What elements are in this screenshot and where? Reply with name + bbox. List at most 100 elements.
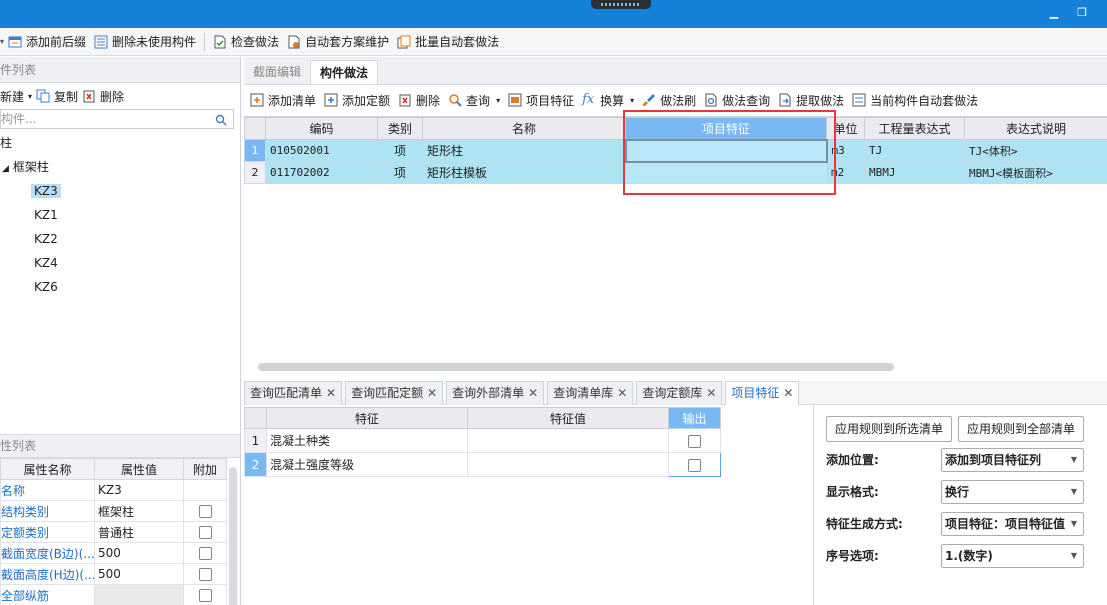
method-brush-button[interactable]: 做法刷 xyxy=(638,89,700,111)
query-dropdown-icon[interactable]: ▾ xyxy=(496,96,500,105)
extra-checkbox[interactable] xyxy=(198,568,212,581)
code-cell[interactable]: 010502001 xyxy=(265,139,378,162)
expression-cell[interactable]: TJ xyxy=(864,139,965,162)
name-cell[interactable]: 矩形柱模板 xyxy=(422,161,626,184)
gen-mode-select[interactable]: 项目特征：项目特征值 ▼ xyxy=(941,512,1084,536)
new-dropdown-icon[interactable]: ▾ xyxy=(28,92,32,101)
expression-column[interactable]: 工程量表达式 xyxy=(864,117,965,140)
row-number[interactable]: 2 xyxy=(244,161,266,184)
minimize-icon[interactable]: ▁ xyxy=(1047,6,1061,20)
property-value[interactable]: KZ3 xyxy=(94,479,184,501)
close-icon[interactable]: ✕ xyxy=(326,386,336,400)
property-value[interactable] xyxy=(94,584,184,605)
project-feature-button[interactable]: 项目特征 xyxy=(504,89,578,111)
query-button[interactable]: 查询 ▾ xyxy=(444,89,504,111)
output-column[interactable]: 输出 xyxy=(668,407,721,429)
property-value[interactable]: 500 xyxy=(94,542,184,564)
close-icon[interactable]: ✕ xyxy=(706,386,716,400)
delete-unused-button[interactable]: 删除未使用构件 xyxy=(90,31,200,53)
convert-dropdown-icon[interactable]: ▾ xyxy=(630,96,634,105)
tab-external-list[interactable]: 查询外部清单 ✕ xyxy=(446,381,545,405)
row-number[interactable]: 2 xyxy=(244,452,267,477)
extract-method-button[interactable]: 提取做法 xyxy=(774,89,848,111)
feature-value-cell[interactable] xyxy=(467,428,669,453)
tab-quota-library[interactable]: 查询定额库 ✕ xyxy=(636,381,723,405)
extra-checkbox[interactable] xyxy=(198,505,212,518)
feature-name-cell[interactable]: 混凝土强度等级 xyxy=(266,452,468,477)
tab-list-library[interactable]: 查询清单库 ✕ xyxy=(547,381,634,405)
expression-desc-cell[interactable]: MBMJ<模板面积> xyxy=(964,161,1107,184)
extra-checkbox[interactable] xyxy=(198,547,212,560)
property-scrollbar[interactable] xyxy=(229,467,237,605)
convert-button[interactable]: fx 换算 ▾ xyxy=(578,89,638,111)
row-number[interactable]: 1 xyxy=(244,139,266,162)
new-button[interactable]: 新建 ▾ xyxy=(0,85,36,107)
method-query-button[interactable]: 做法查询 xyxy=(700,89,774,111)
type-cell[interactable]: 项 xyxy=(377,161,423,184)
output-checkbox[interactable] xyxy=(688,434,701,448)
type-cell[interactable]: 项 xyxy=(377,139,423,162)
property-value[interactable]: 普通柱 xyxy=(94,521,184,543)
table-row[interactable]: 1 混凝土种类 xyxy=(244,428,721,453)
feature-value-cell[interactable] xyxy=(467,452,669,477)
extra-checkbox[interactable] xyxy=(198,526,212,539)
search-icon[interactable] xyxy=(215,110,227,128)
property-value[interactable]: 框架柱 xyxy=(94,500,184,522)
property-extra-column[interactable]: 附加 xyxy=(183,458,227,480)
expression-desc-cell[interactable]: TJ<体积> xyxy=(964,139,1107,162)
current-auto-button[interactable]: 当前构件自动套做法 xyxy=(848,89,982,111)
type-column[interactable]: 类别 xyxy=(377,117,423,140)
tab-project-feature[interactable]: 项目特征 ✕ xyxy=(725,381,800,405)
feature-name-column[interactable]: 特征 xyxy=(266,407,468,429)
tree-item-kz1[interactable]: KZ1 xyxy=(0,203,240,227)
output-checkbox[interactable] xyxy=(688,458,701,472)
feature-value-column[interactable]: 特征值 xyxy=(467,407,669,429)
delete-method-button[interactable]: 删除 xyxy=(394,89,444,111)
tree-item-kz2[interactable]: KZ2 xyxy=(0,227,240,251)
add-prefix-suffix-button[interactable]: 添加前后缀 xyxy=(4,31,90,53)
tree-item-kz6[interactable]: KZ6 xyxy=(0,275,240,299)
property-name-column[interactable]: 属性名称 xyxy=(0,458,95,480)
copy-button[interactable]: 复制 xyxy=(36,85,82,107)
apply-all-button[interactable]: 应用规则到全部清单 xyxy=(958,416,1084,442)
code-cell[interactable]: 011702002 xyxy=(265,161,378,184)
tab-match-list[interactable]: 查询匹配清单 ✕ xyxy=(244,381,343,405)
add-quota-button[interactable]: 添加定额 xyxy=(320,89,394,111)
table-row[interactable]: 2 混凝土强度等级 xyxy=(244,452,721,477)
tree-group[interactable]: ◢ 框架柱 xyxy=(0,155,240,179)
check-method-button[interactable]: 检查做法 xyxy=(209,31,283,53)
method-table-scrollbar[interactable] xyxy=(258,363,894,371)
delete-button[interactable]: 删除 xyxy=(82,85,128,107)
name-column[interactable]: 名称 xyxy=(422,117,626,140)
auto-scheme-button[interactable]: 自动套方案维护 xyxy=(283,31,393,53)
display-format-select[interactable]: 换行 ▼ xyxy=(941,480,1084,504)
close-icon[interactable]: ✕ xyxy=(427,386,437,400)
serial-select[interactable]: 1.(数字) ▼ xyxy=(941,544,1084,568)
tree-expand-icon[interactable]: ◢ xyxy=(2,164,9,174)
title-handle[interactable] xyxy=(591,0,651,9)
row-number[interactable]: 1 xyxy=(244,428,267,453)
expression-cell[interactable]: MBMJ xyxy=(864,161,965,184)
property-value[interactable]: 500 xyxy=(94,563,184,585)
close-icon[interactable]: ✕ xyxy=(528,386,538,400)
tree-root[interactable]: 柱 xyxy=(0,131,240,155)
property-value-column[interactable]: 属性值 xyxy=(94,458,184,480)
restore-icon[interactable]: ❐ xyxy=(1075,6,1089,20)
tab-component-method[interactable]: 构件做法 xyxy=(310,60,379,84)
extra-checkbox[interactable] xyxy=(198,589,212,602)
tab-match-quota[interactable]: 查询匹配定额 ✕ xyxy=(345,381,444,405)
name-cell[interactable]: 矩形柱 xyxy=(422,139,626,162)
search-input[interactable]: 构件... xyxy=(0,109,234,129)
tree-item-kz3[interactable]: KZ3 xyxy=(0,179,240,203)
tree-item-kz4[interactable]: KZ4 xyxy=(0,251,240,275)
tab-section-edit[interactable]: 截面编辑 xyxy=(244,60,310,84)
feature-name-cell[interactable]: 混凝土种类 xyxy=(266,428,468,453)
expression-desc-column[interactable]: 表达式说明 xyxy=(964,117,1107,140)
apply-selected-button[interactable]: 应用规则到所选清单 xyxy=(826,416,952,442)
code-column[interactable]: 编码 xyxy=(265,117,378,140)
batch-auto-button[interactable]: 批量自动套做法 xyxy=(393,31,503,53)
add-position-select[interactable]: 添加到项目特征列 ▼ xyxy=(941,448,1084,472)
close-icon[interactable]: ✕ xyxy=(783,386,793,400)
close-icon[interactable]: ✕ xyxy=(617,386,627,400)
add-list-button[interactable]: 添加清单 xyxy=(246,89,320,111)
